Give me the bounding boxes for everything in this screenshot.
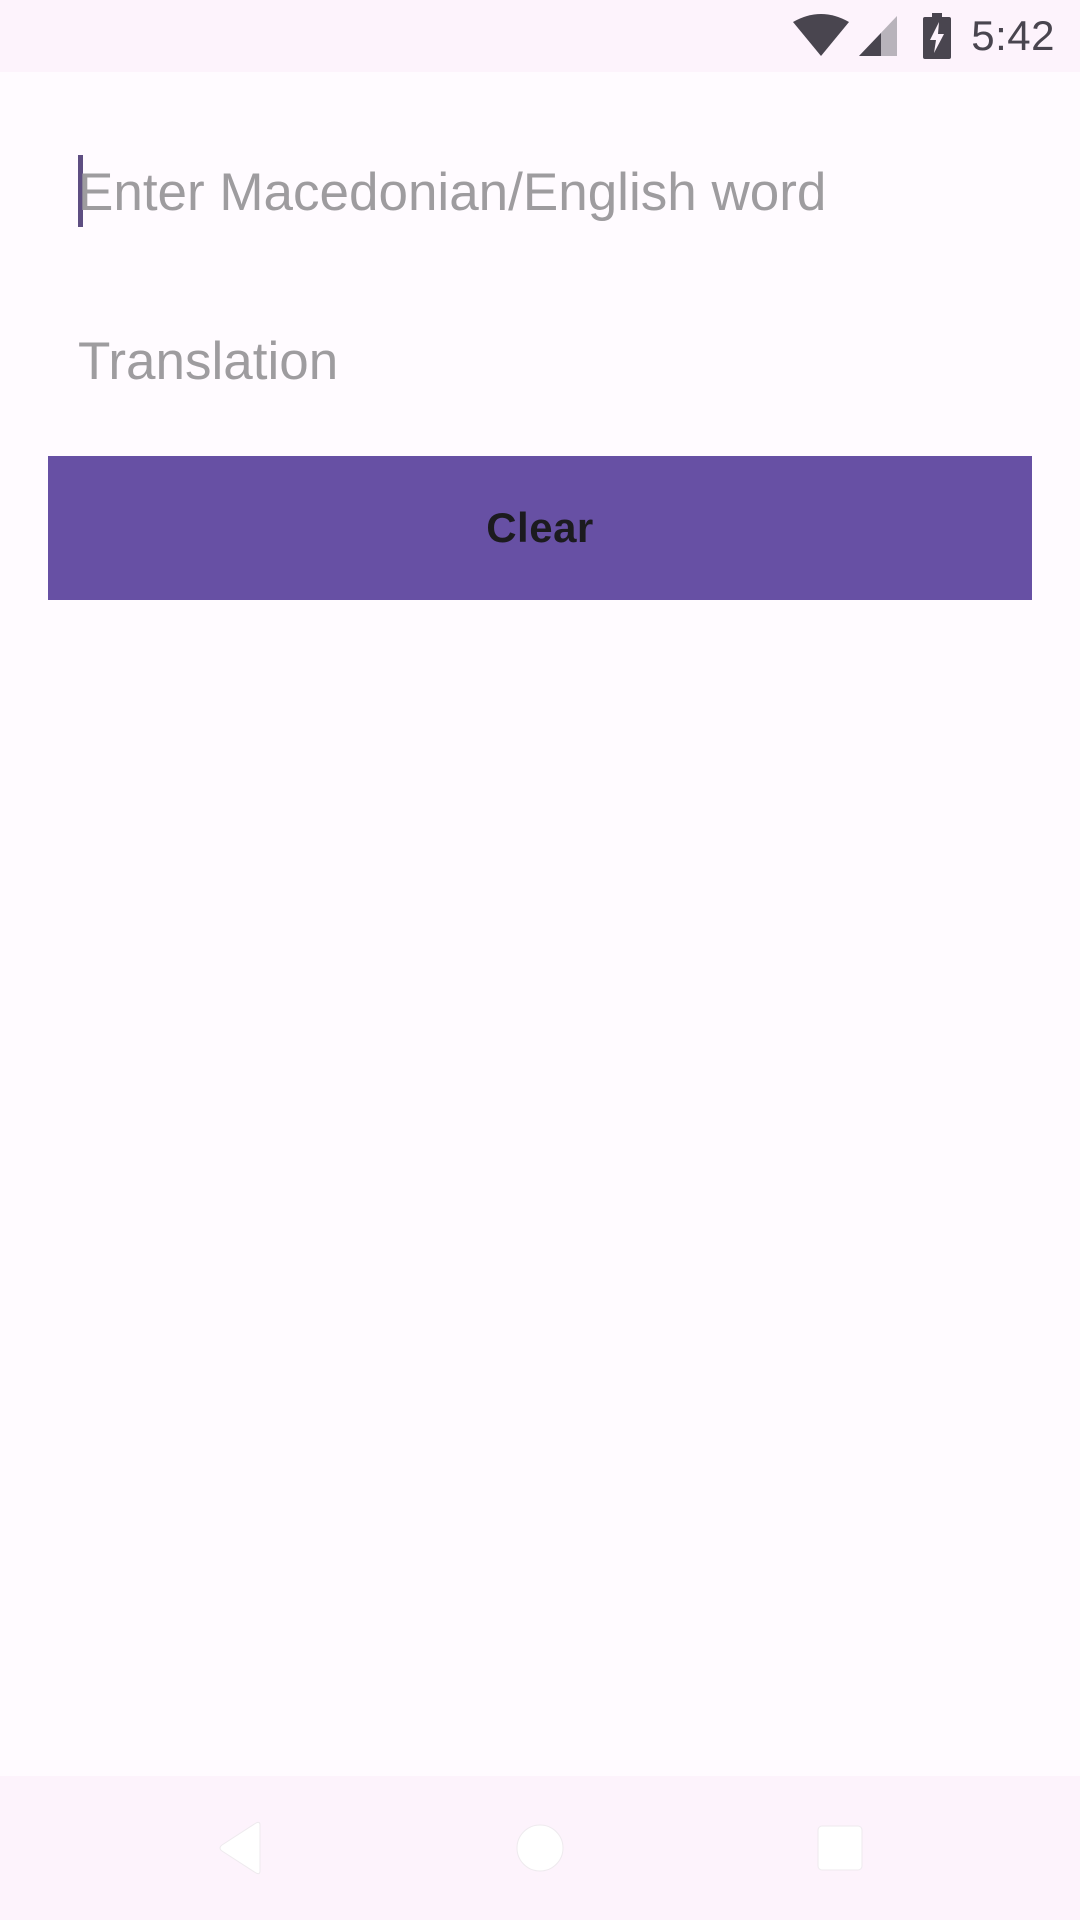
navigation-bar <box>0 1776 1080 1920</box>
clear-button[interactable]: Clear <box>48 456 1032 600</box>
wifi-icon <box>791 12 851 60</box>
cell-signal-icon <box>857 14 899 58</box>
clear-button-label: Clear <box>486 504 594 551</box>
translation-field[interactable]: Translation <box>78 332 1018 392</box>
recents-icon[interactable] <box>760 1776 920 1920</box>
status-bar: 5:42 <box>0 0 1080 72</box>
status-icons: 5:42 <box>791 0 1080 72</box>
word-input[interactable]: Enter Macedonian/English word <box>78 163 1018 223</box>
battery-charging-icon <box>923 13 952 59</box>
home-icon[interactable] <box>460 1776 620 1920</box>
back-icon[interactable] <box>160 1776 320 1920</box>
status-time: 5:42 <box>971 12 1055 59</box>
